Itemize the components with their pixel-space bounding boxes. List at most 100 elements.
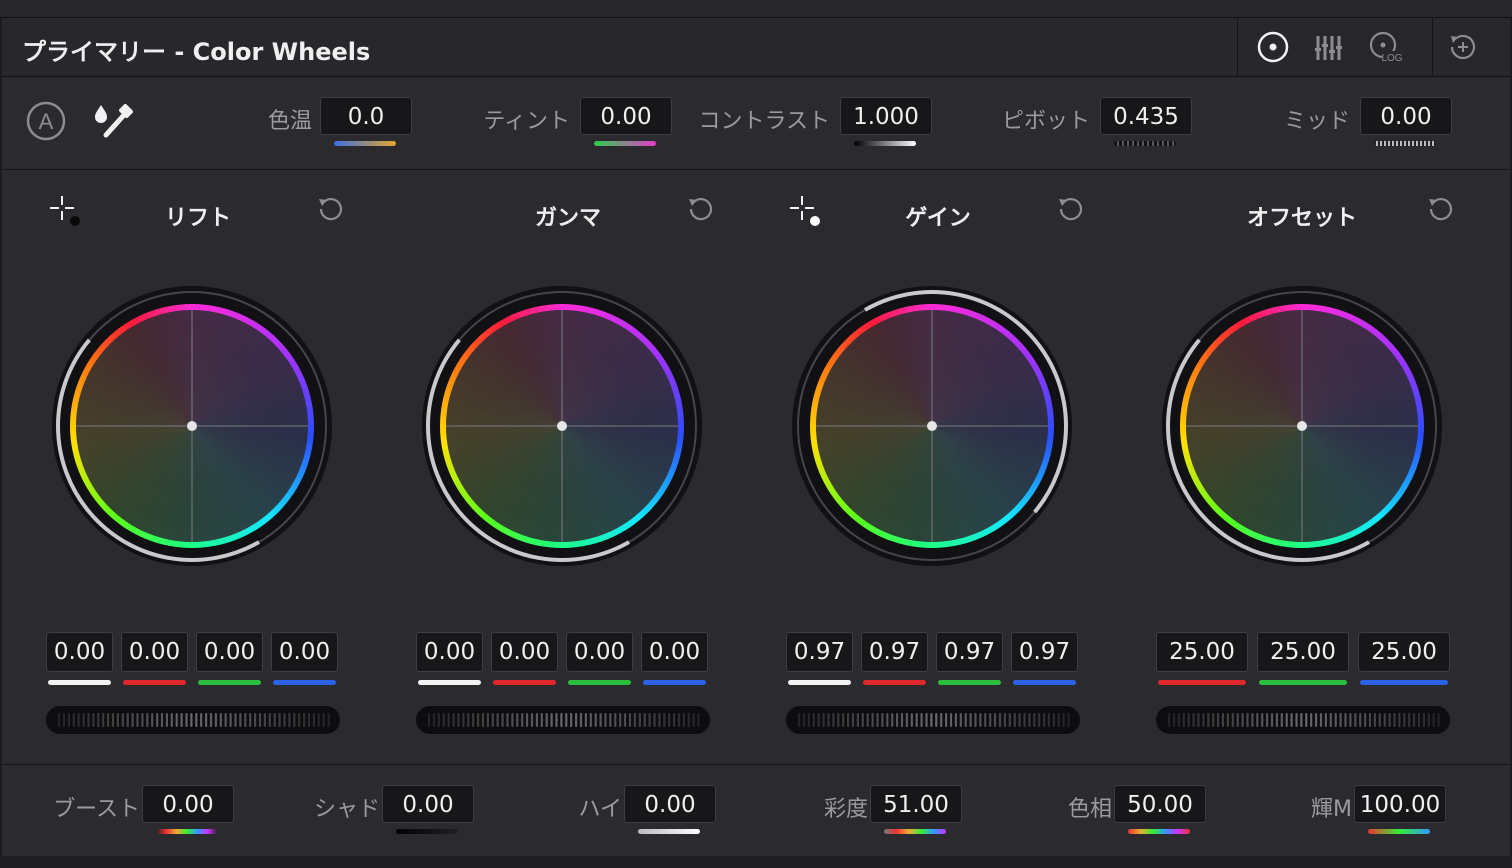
gamma-green-indicator	[568, 680, 631, 685]
hue-gradient	[1128, 829, 1190, 834]
lift-white-value[interactable]: 0.00	[46, 632, 113, 672]
window-top-strip	[0, 0, 1512, 18]
offset-master-jog-wheel[interactable]	[1156, 706, 1450, 734]
boost-gradient	[156, 829, 218, 834]
log-label: LOG	[1381, 53, 1402, 64]
highlights-field[interactable]: 0.00	[624, 785, 716, 823]
lift-picker-icon[interactable]	[48, 194, 82, 228]
lift-wheel-handle[interactable]	[187, 421, 197, 431]
temperature-gradient	[334, 141, 396, 146]
highlights-label: ハイ	[578, 797, 622, 822]
hue-label: 色相	[1067, 797, 1112, 822]
temperature-label: 色温	[267, 109, 312, 134]
lift-blue-indicator	[273, 680, 336, 685]
bottom-parameters: ブースト 0.00 シャド 0.00 ハイ 0.00 彩度 51.00 色相 50.00 輝M 100…	[2, 765, 1510, 856]
param-boost: ブースト 0.00	[42, 785, 242, 834]
pivot-gradient	[1114, 141, 1176, 146]
contrast-field[interactable]: 1.000	[840, 97, 932, 135]
gain-green-indicator	[938, 680, 1001, 685]
lum-mix-field[interactable]: 100.00	[1354, 785, 1446, 823]
bars-mode-icon[interactable]	[1312, 30, 1346, 64]
lift-white-indicator	[48, 680, 111, 685]
gain-red-value[interactable]: 0.97	[861, 632, 928, 672]
gamma-wheel-handle[interactable]	[557, 421, 567, 431]
gain-picker-icon[interactable]	[788, 194, 822, 228]
lift-reset-icon[interactable]	[316, 194, 346, 224]
gamma-blue-indicator	[643, 680, 706, 685]
mid-gradient	[1374, 141, 1436, 146]
boost-field[interactable]: 0.00	[142, 785, 234, 823]
gain-reset-icon[interactable]	[1056, 194, 1086, 224]
gain-blue-indicator	[1013, 680, 1076, 685]
saturation-field[interactable]: 51.00	[870, 785, 962, 823]
gamma-color-wheel[interactable]	[420, 284, 704, 568]
gain-wheel-handle[interactable]	[927, 421, 937, 431]
shadows-gradient	[396, 829, 458, 834]
wheels-area: リフト 0.00 0.00 0.00 0.00 ガンマ 0.00 0.00 0.…	[2, 170, 1510, 765]
lift-red-value[interactable]: 0.00	[121, 632, 188, 672]
offset-green-indicator	[1259, 680, 1347, 685]
lift-red-indicator	[123, 680, 186, 685]
offset-color-wheel[interactable]	[1160, 284, 1444, 568]
gamma-master-jog-wheel[interactable]	[416, 706, 710, 734]
gamma-green-value[interactable]: 0.00	[566, 632, 633, 672]
offset-wheel-handle[interactable]	[1297, 421, 1307, 431]
param-contrast: コントラスト 1.000	[682, 97, 932, 146]
lift-blue-value[interactable]: 0.00	[271, 632, 338, 672]
offset-wheel-title: オフセット	[1246, 206, 1358, 231]
gamma-blue-value[interactable]: 0.00	[641, 632, 708, 672]
offset-reset-icon[interactable]	[1426, 194, 1456, 224]
reset-all-icon[interactable]	[1446, 30, 1480, 64]
offset-green-value[interactable]: 25.00	[1257, 632, 1349, 672]
contrast-gradient	[854, 141, 916, 146]
param-saturation: 彩度 51.00	[802, 785, 970, 834]
auto-balance-button[interactable]: A	[26, 101, 66, 141]
lift-master-jog-wheel[interactable]	[46, 706, 340, 734]
temperature-field[interactable]: 0.0	[320, 97, 412, 135]
gain-master-jog-wheel[interactable]	[786, 706, 1080, 734]
offset-blue-value[interactable]: 25.00	[1358, 632, 1450, 672]
gamma-white-indicator	[418, 680, 481, 685]
gamma-red-value[interactable]: 0.00	[491, 632, 558, 672]
lift-green-value[interactable]: 0.00	[196, 632, 263, 672]
pivot-field[interactable]: 0.435	[1100, 97, 1192, 135]
header-mode-icons: LOG	[1237, 18, 1510, 76]
boost-label: ブースト	[53, 797, 140, 822]
offset-red-indicator	[1158, 680, 1246, 685]
shadows-label: シャド	[313, 797, 380, 822]
gamma-white-value[interactable]: 0.00	[416, 632, 483, 672]
eyedropper-icon[interactable]	[92, 101, 136, 141]
auto-label: A	[39, 109, 54, 134]
shadows-field[interactable]: 0.00	[382, 785, 474, 823]
offset-red-value[interactable]: 25.00	[1156, 632, 1248, 672]
gain-wheel-title: ゲイン	[905, 206, 971, 231]
lift-color-wheel[interactable]	[50, 284, 334, 568]
log-mode-icon[interactable]: LOG	[1368, 30, 1402, 64]
gain-red-indicator	[863, 680, 926, 685]
mid-field[interactable]: 0.00	[1360, 97, 1452, 135]
param-hue: 色相 50.00	[1052, 785, 1214, 834]
panel-title: プライマリー - Color Wheels	[22, 38, 371, 66]
lum-mix-label: 輝M	[1311, 797, 1352, 822]
wheels-mode-icon[interactable]	[1256, 30, 1290, 64]
panel-header: プライマリー - Color Wheels LOG	[2, 18, 1510, 77]
color-wheels-panel: プライマリー - Color Wheels LOG A 色温 0.0 ティント …	[2, 18, 1510, 856]
tint-field[interactable]: 0.00	[580, 97, 672, 135]
gain-color-wheel[interactable]	[790, 284, 1074, 568]
offset-blue-indicator	[1360, 680, 1448, 685]
param-highlights: ハイ 0.00	[562, 785, 724, 834]
header-separator	[1432, 18, 1433, 76]
gain-blue-value[interactable]: 0.97	[1011, 632, 1078, 672]
param-temperature: 色温 0.0	[252, 97, 414, 146]
tint-gradient	[594, 141, 656, 146]
param-pivot: ピボット 0.435	[992, 97, 1192, 146]
gain-white-value[interactable]: 0.97	[786, 632, 853, 672]
hue-field[interactable]: 50.00	[1114, 785, 1206, 823]
gain-green-value[interactable]: 0.97	[936, 632, 1003, 672]
gamma-reset-icon[interactable]	[686, 194, 716, 224]
saturation-label: 彩度	[823, 797, 868, 822]
adjustment-toolbar: A 色温 0.0 ティント 0.00 コントラスト 1.000 ピボット 0.4…	[2, 77, 1510, 170]
param-lum-mix: 輝M 100.00	[1292, 785, 1454, 834]
window-bottom-strip	[0, 856, 1512, 868]
param-mid-detail: ミッド 0.00	[1252, 97, 1452, 146]
